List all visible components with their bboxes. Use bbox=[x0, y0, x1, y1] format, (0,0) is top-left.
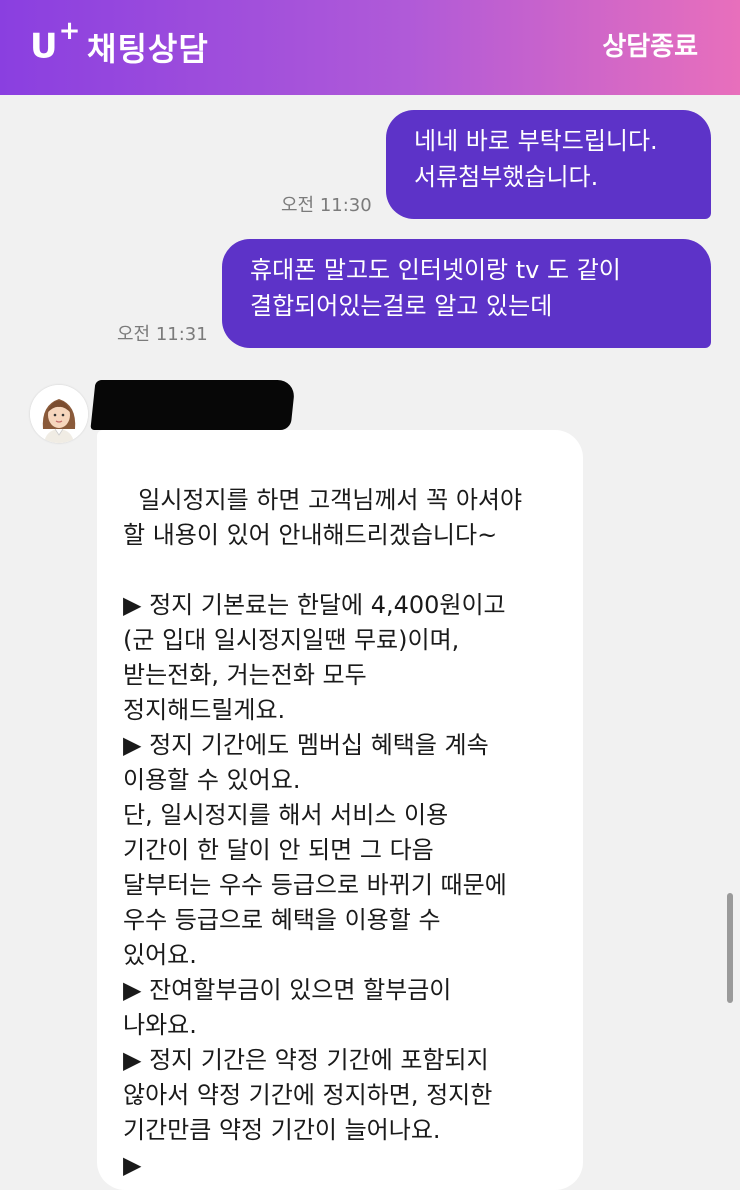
redacted-agent-name bbox=[90, 380, 296, 430]
message-time: 오전 11:30 bbox=[281, 195, 372, 216]
page-title: 채팅상담 bbox=[87, 30, 209, 68]
message-text: 휴대폰 말고도 인터넷이랑 tv 도 같이 결합되어있는걸로 알고 있는데 bbox=[250, 256, 621, 320]
message-text: 네네 바로 부탁드립니다. 서류첨부했습니다. bbox=[414, 127, 658, 191]
received-message-bubble: 일시정지를 하면 고객님께서 꼭 아셔야 할 내용이 있어 안내해드리겠습니다~… bbox=[97, 430, 583, 1190]
message-time: 오전 11:31 bbox=[117, 324, 208, 345]
end-consultation-button[interactable]: 상담종료 bbox=[602, 26, 698, 63]
sent-message-bubble: 네네 바로 부탁드립니다. 서류첨부했습니다. bbox=[386, 110, 711, 219]
scrollbar[interactable] bbox=[727, 893, 733, 1003]
sent-message-bubble: 휴대폰 말고도 인터넷이랑 tv 도 같이 결합되어있는걸로 알고 있는데 bbox=[222, 239, 711, 348]
message-text: 일시정지를 하면 고객님께서 꼭 아셔야 할 내용이 있어 안내해드리겠습니다~… bbox=[123, 486, 523, 1179]
uplus-logo: U+ bbox=[30, 16, 81, 67]
agent-avatar-icon bbox=[30, 385, 88, 443]
chat-header: U+ 채팅상담 상담종료 bbox=[0, 0, 740, 95]
